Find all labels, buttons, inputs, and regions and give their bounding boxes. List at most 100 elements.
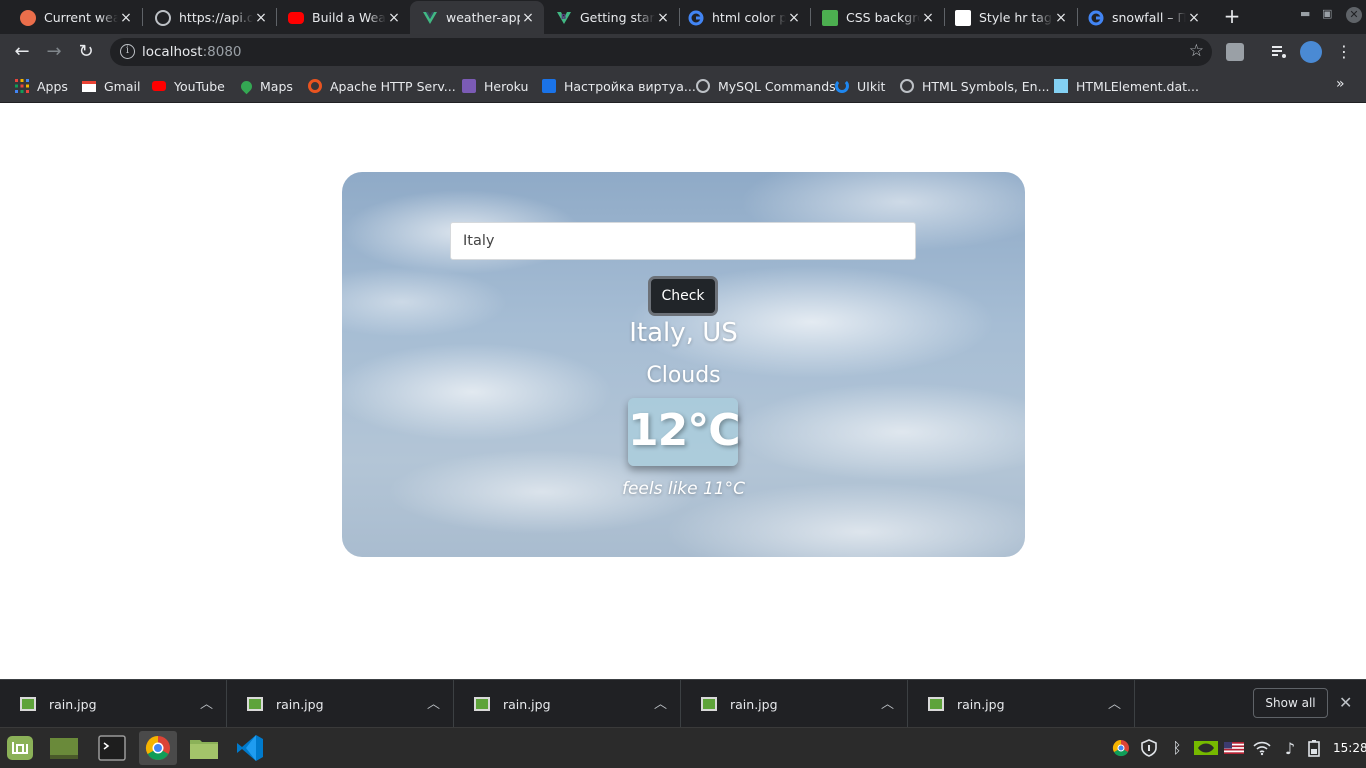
files-icon[interactable] (187, 731, 221, 765)
address-bar[interactable]: i localhost:8080 ☆ (110, 38, 1212, 66)
bookmark-gmail[interactable]: Gmail (82, 77, 140, 95)
bookmark-apps[interactable]: Apps (15, 77, 68, 95)
vscode-icon[interactable] (233, 731, 267, 765)
chevron-up-icon[interactable]: ︿ (427, 693, 440, 712)
tab-html-color-picker[interactable]: html color picker × (676, 3, 810, 32)
forward-icon[interactable]: → (42, 40, 66, 64)
bookmark-html-symbols[interactable]: HTML Symbols, En... (900, 77, 1050, 95)
restore-icon[interactable]: ▣ (1322, 7, 1332, 20)
close-icon[interactable]: × (655, 10, 671, 26)
tab-title: snowfall – Поиск (1112, 10, 1186, 25)
close-icon[interactable]: × (1053, 10, 1069, 26)
chevron-up-icon[interactable]: ︿ (200, 693, 213, 712)
close-icon[interactable]: × (253, 10, 269, 26)
info-icon[interactable]: i (120, 44, 135, 59)
close-icon[interactable]: × (786, 10, 802, 26)
close-icon[interactable]: × (920, 10, 936, 26)
chevron-up-icon[interactable]: ︿ (1108, 693, 1121, 712)
tab-title: weather-app (446, 10, 520, 25)
bookmark-label: MySQL Commands (718, 78, 836, 94)
new-tab-button[interactable]: + (1221, 5, 1243, 27)
tab-title: html color picker (712, 10, 786, 25)
address-url[interactable]: localhost:8080 (142, 44, 242, 60)
media-queue-icon[interactable] (1270, 43, 1288, 61)
tab-getting-started[interactable]: B Getting started × (544, 3, 679, 32)
download-item[interactable]: rain.jpg ︿ (681, 680, 908, 728)
reload-icon[interactable]: ↻ (74, 40, 98, 64)
show-all-downloads-button[interactable]: Show all (1253, 688, 1328, 718)
bookmark-heroku[interactable]: Heroku (462, 77, 528, 95)
battery-icon[interactable] (1305, 739, 1323, 757)
tab-style-hr-tag[interactable]: Style hr tag × (943, 3, 1077, 32)
bluetooth-icon[interactable]: ᛒ (1168, 739, 1186, 757)
check-button[interactable]: Check (648, 276, 718, 316)
bookmark-label: Apache HTTP Serv... (330, 78, 456, 94)
download-filename: rain.jpg (730, 697, 778, 712)
mint-menu-icon[interactable] (3, 731, 37, 765)
bookmark-label: YouTube (174, 78, 225, 94)
profile-avatar-icon[interactable] (1300, 41, 1322, 63)
extension-icon[interactable] (1226, 43, 1244, 61)
chevron-up-icon[interactable]: ︿ (881, 693, 894, 712)
google-icon (688, 10, 704, 26)
youtube-icon (288, 11, 304, 24)
close-icon[interactable]: × (520, 10, 536, 26)
chrome-icon[interactable] (139, 731, 177, 765)
shield-icon[interactable] (1140, 739, 1158, 757)
temperature-display: 12°C (628, 398, 741, 466)
tab-api-openweathermap[interactable]: https://api.openweathermap.org × (135, 3, 277, 32)
bookmark-apache[interactable]: Apache HTTP Serv... (308, 77, 456, 95)
tab-title: CSS background (846, 10, 920, 25)
codepen-icon (955, 9, 971, 26)
bookmark-maps[interactable]: Maps (238, 77, 293, 95)
bookmark-site-icon (542, 79, 556, 93)
gmail-icon (82, 80, 96, 92)
tab-strip: Current weather × https://api.openweathe… (0, 0, 1366, 34)
bookmark-star-icon[interactable]: ☆ (1189, 41, 1204, 61)
us-flag-icon[interactable] (1224, 739, 1244, 757)
nvidia-icon[interactable] (1194, 739, 1218, 757)
close-downloads-icon[interactable]: ✕ (1339, 693, 1352, 712)
tab-title: Build a Weather App (312, 10, 386, 25)
tab-css-background[interactable]: CSS background × (810, 3, 944, 32)
download-item[interactable]: rain.jpg ︿ (227, 680, 454, 728)
bookmark-label: HTML Symbols, En... (922, 78, 1050, 94)
globe-icon (155, 9, 171, 26)
chevron-up-icon[interactable]: ︿ (654, 693, 667, 712)
image-file-icon (247, 697, 263, 711)
menu-kebab-icon[interactable]: ⋮ (1332, 40, 1356, 64)
download-item[interactable]: rain.jpg ︿ (0, 680, 227, 728)
bookmark-uikit[interactable]: UIkit (835, 77, 885, 95)
taskbar-clock[interactable]: 15:28 (1333, 741, 1366, 755)
download-item[interactable]: rain.jpg ︿ (908, 680, 1135, 728)
bookmark-nastroika[interactable]: Настройка виртуа... (542, 77, 696, 95)
tab-snowfall-search[interactable]: snowfall – Поиск × (1076, 3, 1210, 32)
minimize-icon[interactable]: ▬ (1300, 7, 1310, 20)
city-name: Italy, US (629, 318, 738, 348)
bookmark-htmlelement[interactable]: HTMLElement.dat... (1054, 77, 1199, 95)
url-host: localhost (142, 44, 203, 60)
close-icon[interactable]: × (386, 10, 402, 26)
terminal-icon[interactable] (95, 731, 129, 765)
bookmark-youtube[interactable]: YouTube (152, 77, 225, 95)
tab-current-weather[interactable]: Current weather × (0, 3, 142, 32)
window-close-icon[interactable]: ✕ (1346, 7, 1362, 23)
apps-grid-icon (15, 79, 29, 93)
download-item[interactable]: rain.jpg ︿ (454, 680, 681, 728)
city-search-input[interactable] (450, 222, 916, 260)
sound-icon[interactable]: ♪ (1281, 739, 1299, 758)
download-filename: rain.jpg (276, 697, 324, 712)
back-icon[interactable]: ← (10, 40, 34, 64)
tab-youtube-weather[interactable]: Build a Weather App × (268, 3, 410, 32)
chrome-tray-icon[interactable] (1112, 739, 1130, 757)
tab-weather-app[interactable]: weather-app × (410, 1, 544, 34)
show-desktop-icon[interactable] (47, 731, 81, 765)
mdn-icon (1054, 79, 1068, 93)
bookmarks-overflow-icon[interactable]: » (1336, 76, 1345, 92)
tab-title: Current weather (44, 10, 118, 25)
image-file-icon (20, 697, 36, 711)
bookmark-mysql[interactable]: MySQL Commands (696, 77, 836, 95)
wifi-icon[interactable] (1253, 739, 1271, 757)
close-icon[interactable]: × (1186, 10, 1202, 26)
close-icon[interactable]: × (118, 10, 134, 26)
